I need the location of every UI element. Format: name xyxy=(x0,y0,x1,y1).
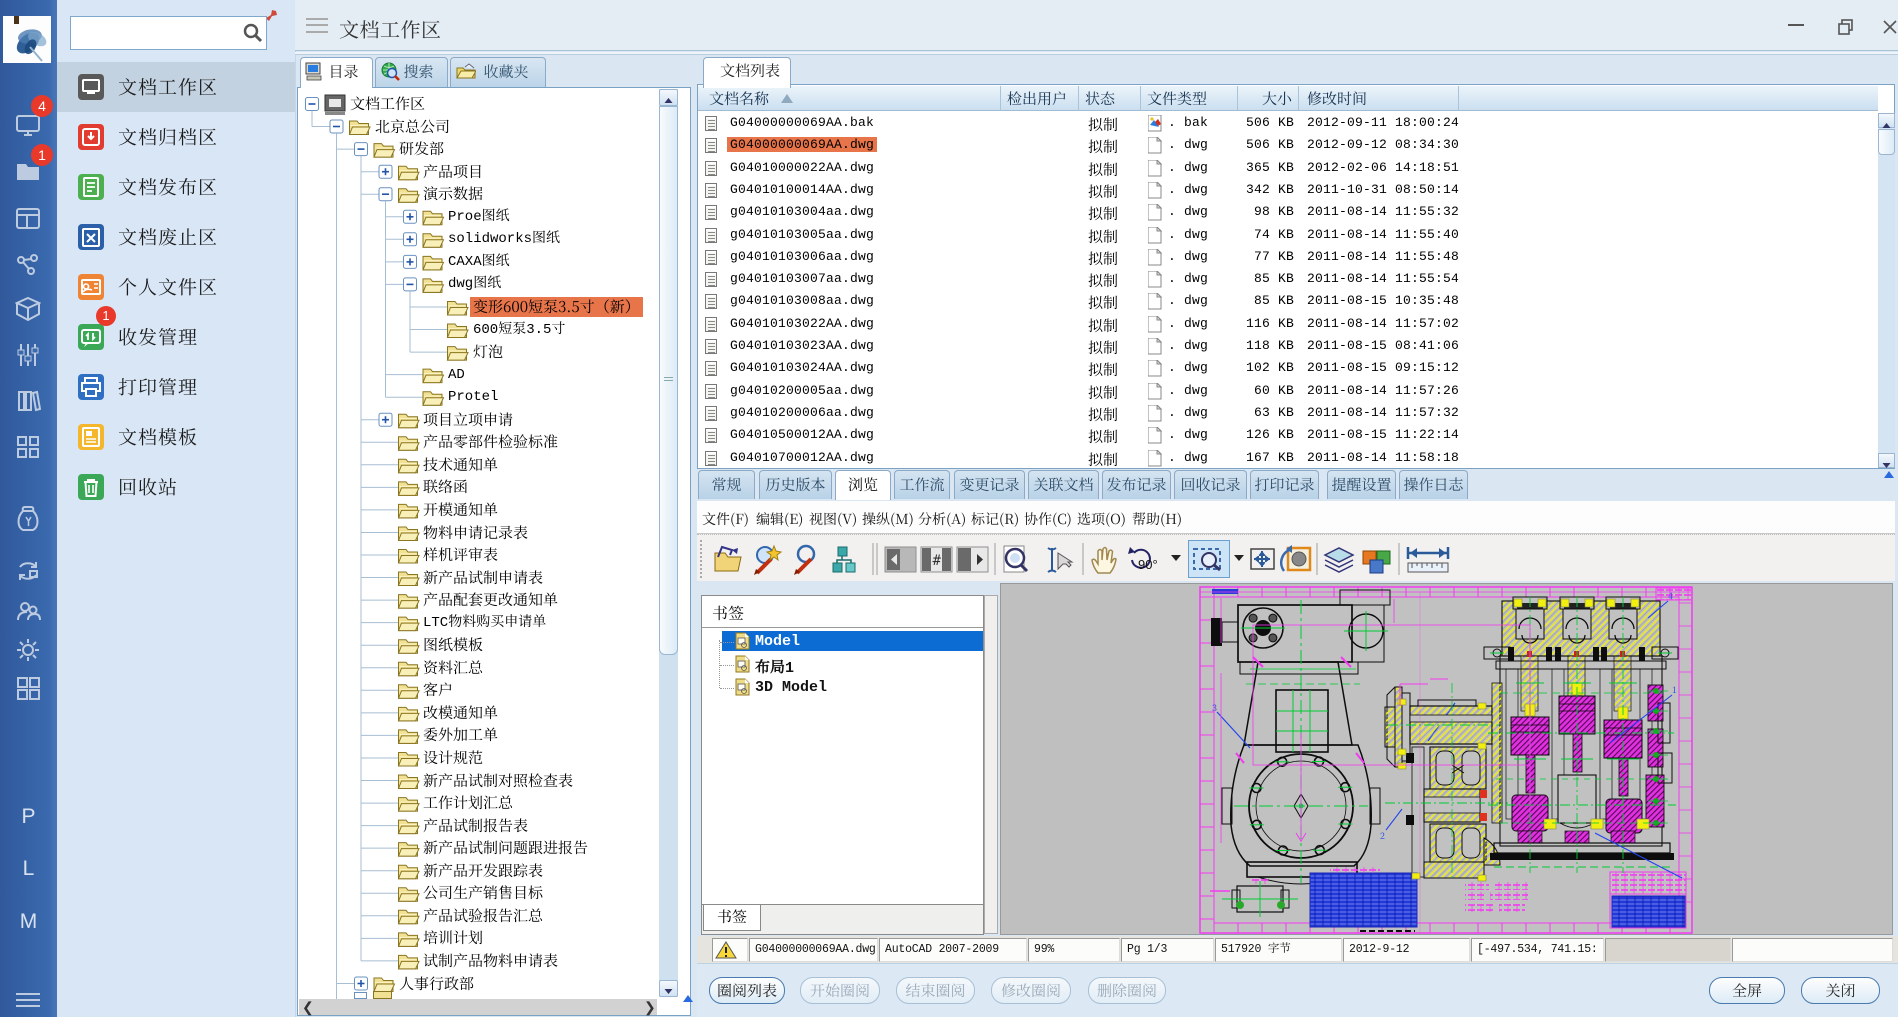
svg-text:2: 2 xyxy=(1380,829,1385,842)
svg-text:90°: 90° xyxy=(1138,557,1158,572)
svg-text:1: 1 xyxy=(1672,683,1677,696)
svg-text:4: 4 xyxy=(1668,589,1673,602)
svg-text:#: # xyxy=(933,553,942,569)
svg-text:3: 3 xyxy=(1212,701,1217,714)
